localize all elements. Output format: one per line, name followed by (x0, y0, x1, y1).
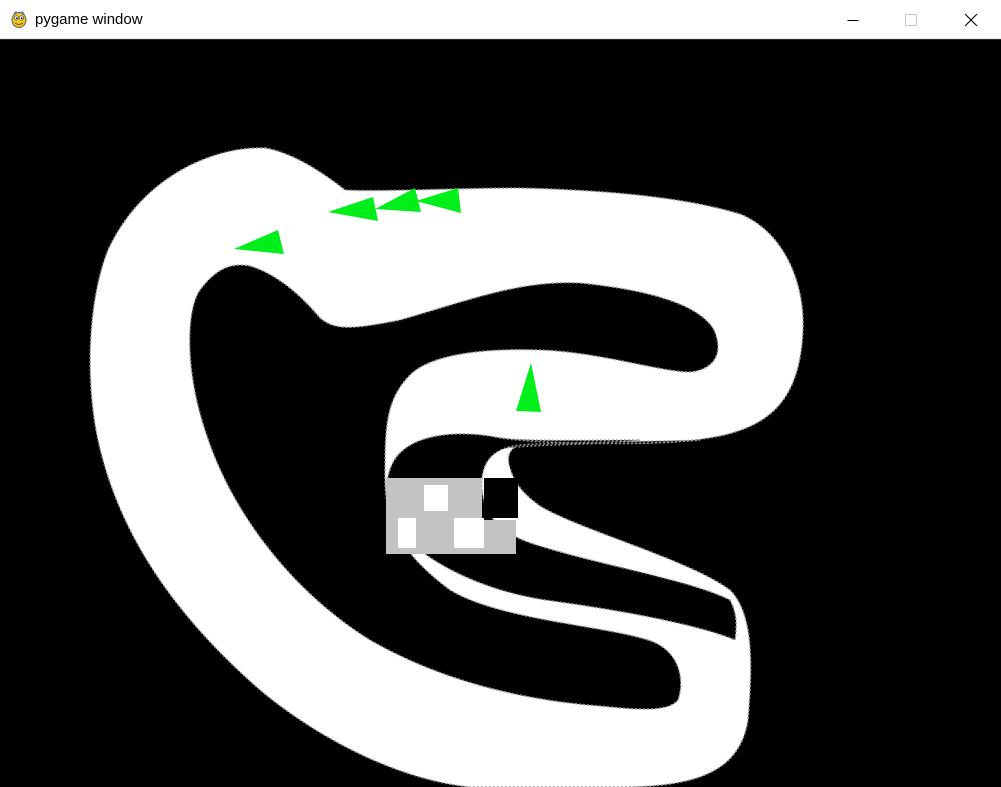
pygame-snake-icon (9, 9, 29, 29)
maximize-icon (905, 13, 917, 26)
finish-line (386, 478, 518, 554)
game-canvas[interactable] (0, 39, 1001, 787)
finish-line-gap (484, 478, 518, 518)
canvas-top-edge (0, 39, 1001, 40)
pygame-window: pygame window (0, 0, 1001, 787)
finish-line-square (454, 518, 484, 548)
close-icon (964, 13, 978, 27)
finish-line-square (424, 485, 448, 511)
minimize-icon (847, 14, 859, 26)
race-track-scene (0, 39, 1001, 787)
finish-line-square (398, 518, 416, 548)
maximize-button[interactable] (882, 0, 940, 39)
minimize-button[interactable] (824, 0, 882, 39)
window-title: pygame window (35, 11, 143, 28)
title-bar[interactable]: pygame window (0, 0, 1001, 39)
close-button[interactable] (940, 0, 1001, 39)
finish-line-block (482, 520, 516, 554)
